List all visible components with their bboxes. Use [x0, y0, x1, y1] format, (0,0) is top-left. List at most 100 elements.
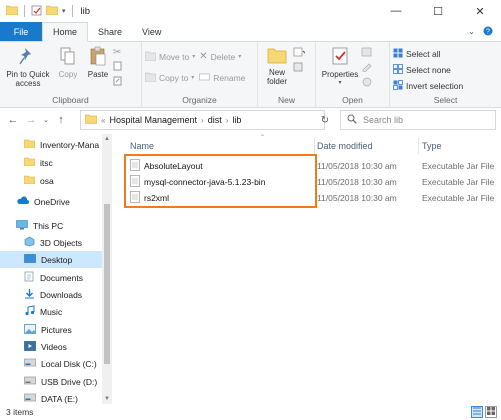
back-button[interactable]: ←	[4, 110, 22, 130]
refresh-button[interactable]: ↻	[316, 110, 334, 130]
delete-icon: ✕	[199, 51, 208, 62]
videos-icon	[24, 340, 36, 353]
nav-item-local-disk[interactable]: Local Disk (C:)	[24, 355, 97, 372]
search-box[interactable]: Search lib	[340, 110, 496, 130]
chevron-right-icon[interactable]: ›	[201, 116, 204, 125]
item-count: 3 items	[6, 407, 34, 417]
breadcrumb-overflow[interactable]: «	[101, 116, 105, 125]
nav-item-data-drive[interactable]: DATA (E:)	[24, 390, 78, 404]
nav-item-documents[interactable]: Documents	[24, 269, 83, 286]
table-row[interactable]: AbsoluteLayout 11/05/2018 10:30 am Execu…	[114, 158, 501, 174]
file-date: 11/05/2018 10:30 am	[317, 193, 397, 203]
paste-shortcut-icon[interactable]	[113, 76, 123, 88]
chevron-right-icon[interactable]: ›	[226, 116, 229, 125]
column-header-type[interactable]: Type	[422, 138, 442, 154]
pin-icon	[19, 46, 37, 68]
select-none-icon	[393, 63, 403, 76]
copy-to-button[interactable]: Copy to ▾	[144, 71, 195, 84]
nav-item-desktop[interactable]: Desktop	[0, 251, 102, 268]
column-divider[interactable]	[418, 138, 419, 154]
up-button[interactable]: ↑	[52, 110, 70, 130]
folder-icon	[5, 5, 19, 17]
forward-button[interactable]: →	[22, 110, 40, 130]
scroll-down-icon[interactable]: ▼	[102, 394, 112, 404]
column-divider[interactable]	[314, 138, 315, 154]
tab-home[interactable]: Home	[42, 22, 89, 42]
large-icons-view-button[interactable]	[485, 406, 497, 418]
separator	[24, 5, 25, 17]
file-name-cell: mysql-connector-java-5.1.23-bin	[130, 175, 265, 189]
properties-icon[interactable]	[31, 5, 42, 18]
details-view-button[interactable]	[471, 406, 483, 418]
scroll-up-icon[interactable]: ▲	[102, 134, 112, 144]
nav-pane-scrollbar[interactable]: ▲ ▼	[102, 134, 112, 404]
svg-text:?: ?	[486, 28, 490, 35]
pictures-icon	[24, 323, 36, 336]
folder-icon	[23, 139, 36, 150]
file-type: Executable Jar File	[422, 177, 495, 187]
breadcrumb-segment[interactable]: lib	[232, 115, 241, 125]
close-button[interactable]: ✕	[459, 0, 501, 22]
new-item-icon[interactable]	[293, 47, 306, 59]
open-icon[interactable]	[361, 47, 373, 59]
cut-icon[interactable]: ✂	[113, 47, 123, 58]
column-header-name[interactable]: Name	[130, 138, 154, 154]
nav-item-music[interactable]: Music	[24, 303, 62, 320]
breadcrumb-segment[interactable]: Hospital Management	[109, 115, 197, 125]
address-bar[interactable]: « Hospital Management › dist › lib	[80, 110, 325, 130]
help-icon[interactable]: ?	[483, 26, 493, 38]
chevron-down-icon: ▾	[338, 80, 342, 86]
nav-item-videos[interactable]: Videos	[24, 338, 67, 355]
rename-icon	[199, 72, 211, 84]
organize-group-label: Organize	[182, 95, 217, 105]
nav-item-osa[interactable]: osa	[23, 172, 54, 189]
scrollbar-thumb[interactable]	[104, 204, 110, 364]
copy-path-icon[interactable]	[113, 61, 123, 73]
nav-item-downloads[interactable]: Downloads	[24, 286, 82, 303]
tab-share[interactable]: Share	[88, 22, 132, 41]
nav-item-pictures[interactable]: Pictures	[24, 321, 72, 338]
tab-file[interactable]: File	[0, 22, 42, 41]
nav-item-3d-objects[interactable]: 3D Objects	[24, 234, 82, 251]
table-row[interactable]: mysql-connector-java-5.1.23-bin 11/05/20…	[114, 174, 501, 190]
maximize-button[interactable]: ☐	[417, 0, 459, 22]
paste-icon	[89, 46, 107, 68]
rename-button[interactable]: Rename	[199, 71, 245, 84]
file-date: 11/05/2018 10:30 am	[317, 161, 397, 171]
minimize-button[interactable]: —	[375, 0, 417, 22]
select-none-button[interactable]: Select none	[393, 63, 463, 76]
select-all-button[interactable]: Select all	[393, 47, 463, 60]
file-name: mysql-connector-java-5.1.23-bin	[144, 177, 266, 187]
history-icon[interactable]	[361, 77, 373, 89]
search-placeholder: Search lib	[363, 115, 404, 125]
recent-locations-button[interactable]: ⌄	[40, 110, 52, 130]
window-controls: — ☐ ✕	[375, 0, 501, 22]
table-row[interactable]: rs2xml 11/05/2018 10:30 am Executable Ja…	[114, 190, 501, 206]
file-type: Executable Jar File	[422, 193, 495, 203]
select-group: Select all Select none Invert selection …	[390, 42, 501, 108]
new-folder-icon[interactable]	[45, 5, 59, 17]
nav-item-this-pc[interactable]: This PC	[16, 217, 63, 234]
invert-selection-icon	[393, 79, 403, 92]
drive-icon	[24, 393, 36, 404]
music-icon	[24, 305, 35, 318]
jar-file-icon	[130, 159, 140, 173]
tab-view[interactable]: View	[132, 22, 171, 41]
nav-item-usb-drive[interactable]: USB Drive (D:)	[24, 373, 97, 390]
invert-selection-button[interactable]: Invert selection	[393, 79, 463, 92]
jar-file-icon	[130, 191, 140, 205]
column-header-date[interactable]: Date modified	[317, 138, 373, 154]
delete-button[interactable]: ✕ Delete ▾	[199, 50, 245, 63]
arrow-up-icon: ↑	[58, 114, 64, 126]
edit-icon[interactable]	[361, 62, 373, 74]
download-icon	[24, 288, 35, 301]
chevron-down-icon[interactable]: ⌄	[468, 27, 475, 36]
easy-access-icon[interactable]	[293, 62, 305, 74]
customize-toolbar-icon[interactable]: ▾	[62, 7, 66, 15]
nav-item-onedrive[interactable]: OneDrive	[16, 193, 70, 210]
move-to-button[interactable]: Move to ▾	[144, 50, 195, 63]
nav-item-itsc[interactable]: itsc	[23, 154, 53, 171]
breadcrumb-segment[interactable]: dist	[208, 115, 222, 125]
file-name: AbsoluteLayout	[144, 161, 203, 171]
nav-item-inventory[interactable]: Inventory-Mana	[23, 136, 99, 153]
